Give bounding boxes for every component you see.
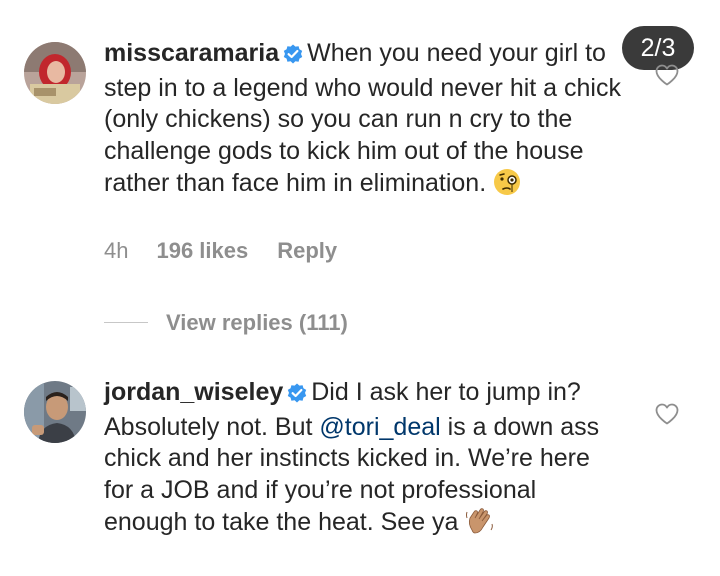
comment-username[interactable]: jordan_wiseley <box>104 378 283 406</box>
comment-likes[interactable]: 196 likes <box>156 238 248 263</box>
like-heart-icon[interactable] <box>655 64 679 91</box>
view-replies-button[interactable]: View replies (111) <box>104 310 348 336</box>
avatar[interactable] <box>24 381 86 443</box>
waving-hand-icon <box>464 506 496 545</box>
comment-username[interactable]: misscaramaria <box>104 39 279 67</box>
face-with-monocle-icon <box>492 167 522 206</box>
comment-meta: 4h 196 likes Reply <box>104 238 366 264</box>
comment-body: jordan_wiseley Did I ask her to jump in? … <box>104 377 624 545</box>
avatar[interactable] <box>24 42 86 104</box>
verified-badge-icon <box>287 380 307 412</box>
user-mention-link[interactable]: @tori_deal <box>319 413 440 441</box>
reply-button[interactable]: Reply <box>277 238 337 263</box>
comment-time: 4h <box>104 238 129 263</box>
divider-line <box>104 321 148 323</box>
view-replies-label: View replies (111) <box>166 310 348 335</box>
like-heart-icon[interactable] <box>655 403 679 430</box>
comments-screen: 2/3 misscaramaria When you need your girl… <box>0 0 720 576</box>
verified-badge-icon <box>283 41 303 73</box>
comment-body: misscaramaria When you need your girl to … <box>104 38 624 206</box>
